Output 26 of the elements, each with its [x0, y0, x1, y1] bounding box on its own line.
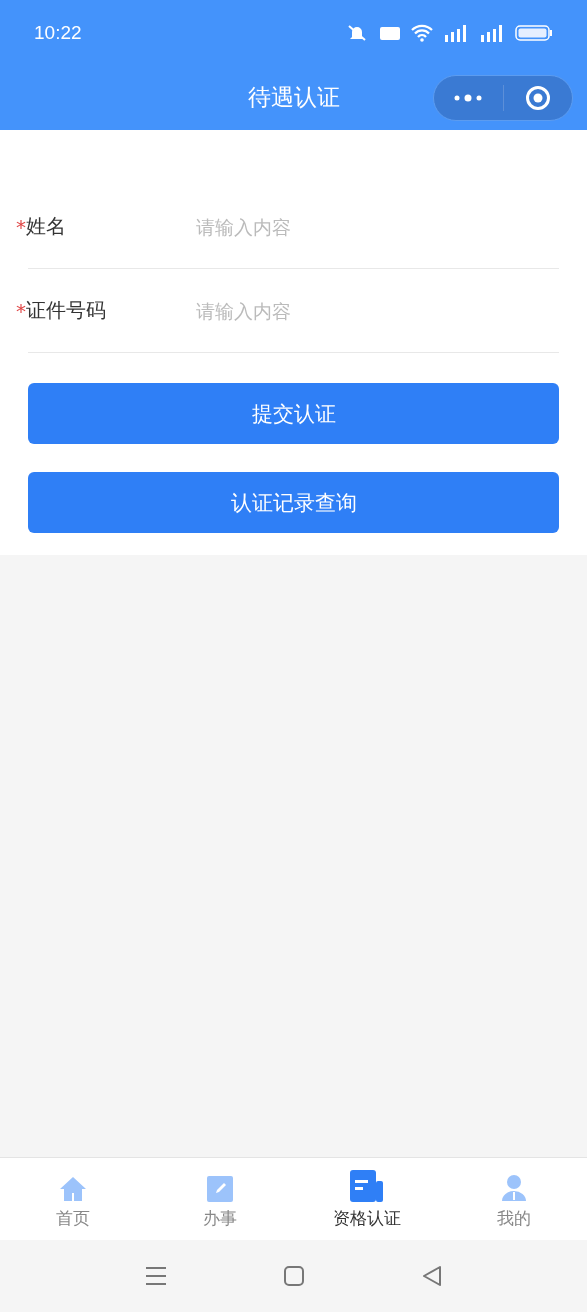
hd-icon	[379, 24, 401, 41]
status-time: 10:22	[34, 21, 82, 44]
home-icon[interactable]	[282, 1265, 305, 1287]
wifi-icon	[411, 23, 433, 42]
page-title: 待遇认证	[247, 83, 340, 112]
required-mark: *	[16, 298, 26, 323]
input-field[interactable]: 请输入内容	[196, 299, 559, 322]
submit-button[interactable]: 提交认证	[28, 383, 559, 444]
document-icon	[348, 1168, 385, 1203]
battery-icon	[515, 23, 553, 42]
field-label: 姓名	[26, 213, 66, 240]
tab-item[interactable]: 资格认证	[293, 1158, 441, 1240]
tab-item[interactable]: 我的	[440, 1158, 587, 1240]
signal-icon	[479, 22, 505, 43]
signal-icon	[443, 22, 469, 43]
menu-icon[interactable]	[144, 1266, 167, 1286]
field-label: 证件号码	[26, 297, 106, 324]
back-icon[interactable]	[420, 1265, 443, 1287]
input-field[interactable]: 请输入内容	[196, 215, 559, 238]
tab-item[interactable]: 办事	[146, 1158, 294, 1240]
pencil-icon	[206, 1174, 235, 1203]
tab-item[interactable]: 首页	[0, 1158, 147, 1240]
required-mark: *	[16, 214, 26, 239]
target-icon	[524, 84, 551, 111]
more-icon	[453, 92, 484, 103]
query-button[interactable]: 认证记录查询	[28, 472, 559, 533]
